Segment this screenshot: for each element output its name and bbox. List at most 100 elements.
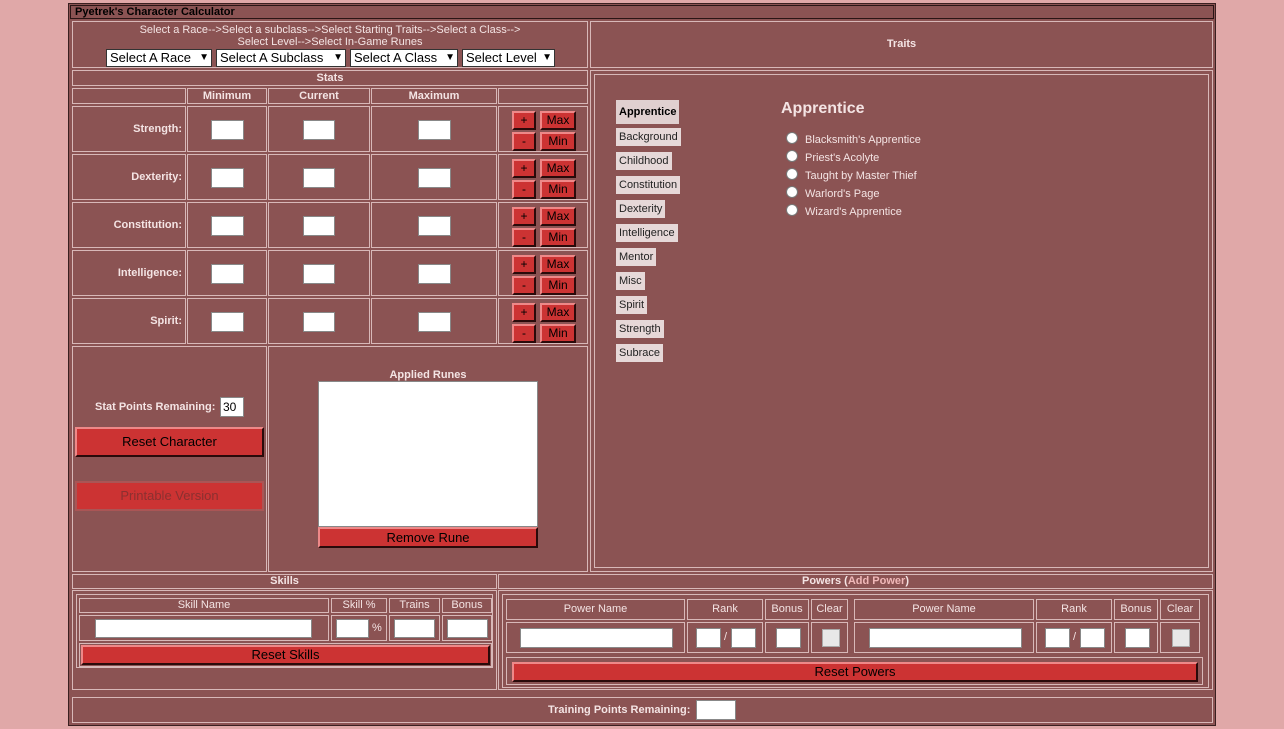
strength-max-button[interactable]: Max <box>540 111 576 130</box>
stats-col-actions <box>498 88 588 104</box>
skill-percent-input[interactable] <box>336 619 369 638</box>
spirit-minus-button[interactable]: - <box>512 324 536 343</box>
rank-slash: / <box>724 631 728 643</box>
power-rank-current-input[interactable] <box>696 628 721 648</box>
training-points-field[interactable] <box>696 700 736 720</box>
add-power-link[interactable]: Add Power <box>848 575 905 587</box>
trait-category-subrace[interactable]: Subrace <box>616 344 663 362</box>
constitution-minus-button[interactable]: - <box>512 228 536 247</box>
trait-option-radio[interactable] <box>786 186 798 198</box>
trait-category-strength[interactable]: Strength <box>616 320 664 338</box>
stat-current-cell <box>268 250 370 296</box>
skill-name-input[interactable] <box>95 619 312 638</box>
subclass-select-value: Select A Subclass <box>220 50 324 65</box>
stat-min-cell <box>187 154 267 200</box>
power-clear-checkbox[interactable] <box>1172 629 1190 647</box>
dexterity-max-input[interactable] <box>418 168 451 188</box>
strength-current-input[interactable] <box>303 120 335 140</box>
trait-category-misc[interactable]: Misc <box>616 272 645 290</box>
dexterity-min-input[interactable] <box>211 168 244 188</box>
power-clear-checkbox[interactable] <box>822 629 840 647</box>
intelligence-max-input[interactable] <box>418 264 451 284</box>
reset-skills-button[interactable]: Reset Skills <box>81 645 490 665</box>
reset-powers-button[interactable]: Reset Powers <box>512 662 1198 682</box>
trait-category-childhood[interactable]: Childhood <box>616 152 672 170</box>
strength-min-input[interactable] <box>211 120 244 140</box>
intelligence-current-input[interactable] <box>303 264 335 284</box>
strength-min-button[interactable]: Min <box>540 132 576 151</box>
intelligence-max-button[interactable]: Max <box>540 255 576 274</box>
skill-bonus-input[interactable] <box>447 619 488 638</box>
constitution-max-button[interactable]: Max <box>540 207 576 226</box>
spirit-max-input[interactable] <box>418 312 451 332</box>
runes-list[interactable] <box>318 381 538 527</box>
intelligence-plus-button[interactable]: + <box>512 255 536 274</box>
power-bonus-input[interactable] <box>776 628 801 648</box>
trait-category-dexterity[interactable]: Dexterity <box>616 200 666 218</box>
stat-points-panel: Stat Points Remaining: 30 Reset Characte… <box>72 346 267 572</box>
dexterity-min-button[interactable]: Min <box>540 180 576 199</box>
dexterity-plus-button[interactable]: + <box>512 159 536 178</box>
power-bonus-input[interactable] <box>1125 628 1150 648</box>
class-select[interactable]: Select A Class ▼ <box>350 49 458 67</box>
intelligence-min-input[interactable] <box>211 264 244 284</box>
trait-category-constitution[interactable]: Constitution <box>616 176 681 194</box>
trait-option-radio[interactable] <box>786 150 798 162</box>
dexterity-max-button[interactable]: Max <box>540 159 576 178</box>
level-select[interactable]: Select Level ▼ <box>462 49 555 67</box>
powers-inner: Power Name Rank / Bonus Clear Power Name Rank /… <box>502 594 1209 688</box>
stat-points-field[interactable]: 30 <box>220 397 244 417</box>
chevron-down-icon: ▼ <box>542 52 552 63</box>
skills-col-bonus: Bonus <box>442 598 492 613</box>
remove-rune-button[interactable]: Remove Rune <box>318 527 538 548</box>
trait-category-spirit[interactable]: Spirit <box>616 296 648 314</box>
race-select[interactable]: Select A Race ▼ <box>106 49 212 67</box>
spirit-current-input[interactable] <box>303 312 335 332</box>
trait-option-radio[interactable] <box>786 204 798 216</box>
stats-col-minimum: Minimum <box>187 88 267 104</box>
reset-character-button[interactable]: Reset Character <box>75 427 264 457</box>
power-clear-header: Clear <box>811 599 848 620</box>
power-name-input[interactable] <box>869 628 1022 648</box>
power-rank-max-input[interactable] <box>1080 628 1105 648</box>
intelligence-minus-button[interactable]: - <box>512 276 536 295</box>
printable-version-button[interactable]: Printable Version <box>75 481 264 511</box>
power-bonus-header-label: Bonus <box>1120 603 1152 615</box>
trait-option-radio[interactable] <box>786 132 798 144</box>
power-bonus-header: Bonus <box>1114 599 1158 620</box>
dexterity-current-input[interactable] <box>303 168 335 188</box>
power-name-header-label: Power Name <box>912 603 976 615</box>
spirit-plus-button[interactable]: + <box>512 303 536 322</box>
constitution-max-input[interactable] <box>418 216 451 236</box>
strength-plus-button[interactable]: + <box>512 111 536 130</box>
skills-col-bonus-label: Bonus <box>451 599 483 611</box>
stat-actions-cell: + Max - Min <box>498 106 588 152</box>
power-rank-max-input[interactable] <box>731 628 756 648</box>
power-rank-current-input[interactable] <box>1045 628 1070 648</box>
trait-category-background[interactable]: Background <box>616 128 681 146</box>
constitution-min-input[interactable] <box>211 216 244 236</box>
power-name-input[interactable] <box>520 628 673 648</box>
constitution-plus-button[interactable]: + <box>512 207 536 226</box>
stat-label-spirit: Spirit: <box>72 298 186 344</box>
trait-category-mentor[interactable]: Mentor <box>616 248 657 266</box>
subclass-select[interactable]: Select A Subclass ▼ <box>216 49 346 67</box>
power-name-header: Power Name <box>854 599 1034 620</box>
strength-minus-button[interactable]: - <box>512 132 536 151</box>
spirit-min-button[interactable]: Min <box>540 324 576 343</box>
trait-option-radio[interactable] <box>786 168 798 180</box>
stat-actions-cell: + Max - Min <box>498 298 588 344</box>
spirit-min-input[interactable] <box>211 312 244 332</box>
constitution-min-button[interactable]: Min <box>540 228 576 247</box>
trait-category-apprentice[interactable]: Apprentice <box>616 100 680 124</box>
dexterity-minus-button[interactable]: - <box>512 180 536 199</box>
intelligence-min-button[interactable]: Min <box>540 276 576 295</box>
constitution-current-input[interactable] <box>303 216 335 236</box>
stat-label-dexterity: Dexterity: <box>72 154 186 200</box>
strength-max-input[interactable] <box>418 120 451 140</box>
trait-category-intelligence[interactable]: Intelligence <box>616 224 678 242</box>
spirit-max-button[interactable]: Max <box>540 303 576 322</box>
skill-trains-input[interactable] <box>394 619 435 638</box>
stat-points-label: Stat Points Remaining: <box>95 401 216 413</box>
traits-inner: Apprentice Background Childhood Constitutio… <box>594 74 1209 568</box>
